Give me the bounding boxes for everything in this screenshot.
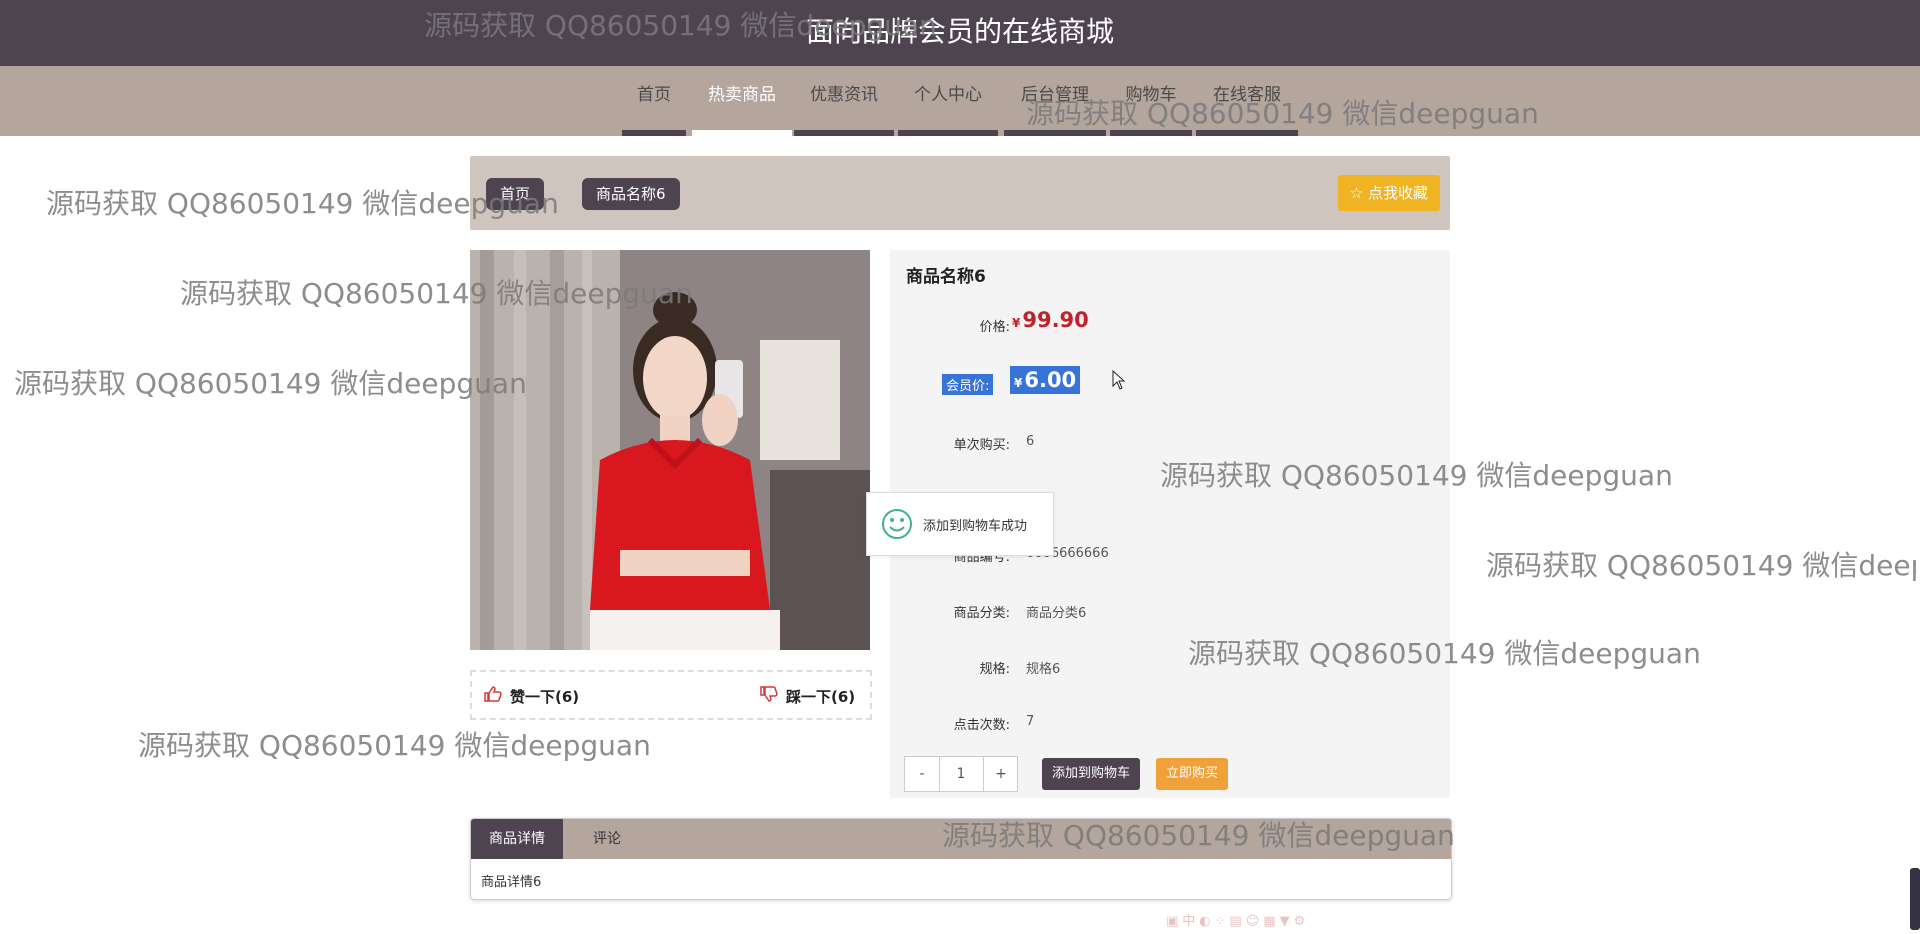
- mouse-cursor-icon: [1112, 369, 1126, 394]
- site-title: 面向品牌会员的在线商城: [0, 0, 1920, 66]
- clicks-label: 点击次数:: [953, 718, 1010, 733]
- thumbs-down-icon: [760, 686, 778, 706]
- nav-item-news[interactable]: 优惠资讯: [794, 66, 894, 136]
- spec-value: 规格6: [1026, 662, 1061, 677]
- watermark: 源码获取 QQ86050149 微信deepguan: [1026, 97, 1539, 130]
- toast-message: 添加到购物车成功: [923, 519, 1028, 534]
- main-nav: 首页 热卖商品 优惠资讯 个人中心 后台管理 购物车 在线客服: [0, 66, 1920, 136]
- smile-icon: [881, 508, 913, 544]
- tab-content: 商品详情6: [481, 875, 542, 890]
- buy-now-button[interactable]: 立即购买: [1156, 758, 1229, 790]
- breadcrumb: 首页 商品名称6 ☆ 点我收藏: [470, 156, 1450, 230]
- scrollbar-handle[interactable]: [1910, 868, 1920, 930]
- limit-label: 单次购买:: [953, 438, 1010, 453]
- price-label: 价格:: [979, 320, 1010, 335]
- tab-detail[interactable]: 商品详情: [471, 819, 563, 859]
- like-button[interactable]: 赞一下(6): [484, 686, 579, 707]
- watermark: 源码获取 QQ86050149 微信deepguan: [424, 9, 937, 42]
- category-label: 商品分类:: [953, 606, 1010, 621]
- quantity-minus-button[interactable]: -: [905, 757, 940, 791]
- clicks-value: 7: [1026, 714, 1035, 729]
- watermark: 源码获取 QQ86050149 微信deepguan: [1188, 637, 1701, 670]
- watermark: 源码获取 QQ86050149 微信deepguan: [1160, 459, 1673, 492]
- watermark: 源码获取 QQ86050149 微信deepguan: [942, 819, 1455, 852]
- watermark: 源码获取 QQ86050149 微信deepguan: [14, 367, 527, 400]
- vote-box: 赞一下(6) 踩一下(6): [470, 670, 872, 720]
- thumbs-up-icon: [484, 686, 502, 706]
- watermark: 源码获取 QQ86050149 微信deepguan: [180, 277, 693, 310]
- ime-toolbar-icon: ▣中◐⁘▤☺▦▼⚙: [1166, 914, 1310, 929]
- limit-value: 6: [1026, 434, 1035, 449]
- product-name: 商品名称6: [906, 267, 986, 287]
- dislike-button[interactable]: 踩一下(6): [760, 686, 855, 707]
- price-value: ¥99.90: [1012, 308, 1089, 332]
- nav-item-home[interactable]: 首页: [622, 66, 686, 136]
- toast-notification: 添加到购物车成功: [866, 492, 1054, 556]
- nav-item-profile[interactable]: 个人中心: [898, 66, 998, 136]
- favorite-button[interactable]: ☆ 点我收藏: [1337, 175, 1440, 211]
- vip-price-label: 会员价:: [942, 374, 994, 395]
- watermark: 源码获取 QQ86050149 微信deepguan: [138, 729, 651, 762]
- nav-item-hot-products[interactable]: 热卖商品: [692, 66, 792, 136]
- watermark: 源码获取 QQ86050149 微信deepguan: [1486, 549, 1916, 582]
- breadcrumb-current[interactable]: 商品名称6: [582, 178, 680, 210]
- tab-comments[interactable]: 评论: [575, 819, 639, 859]
- category-value: 商品分类6: [1026, 606, 1087, 621]
- quantity-plus-button[interactable]: +: [983, 757, 1018, 791]
- quantity-input[interactable]: 1: [940, 757, 982, 791]
- vip-price-value: ¥6.00: [1010, 366, 1081, 394]
- spec-label: 规格:: [979, 662, 1010, 677]
- add-to-cart-button[interactable]: 添加到购物车: [1042, 758, 1141, 790]
- watermark: 源码获取 QQ86050149 微信deepguan: [46, 187, 559, 220]
- quantity-stepper: - 1 +: [904, 756, 1018, 792]
